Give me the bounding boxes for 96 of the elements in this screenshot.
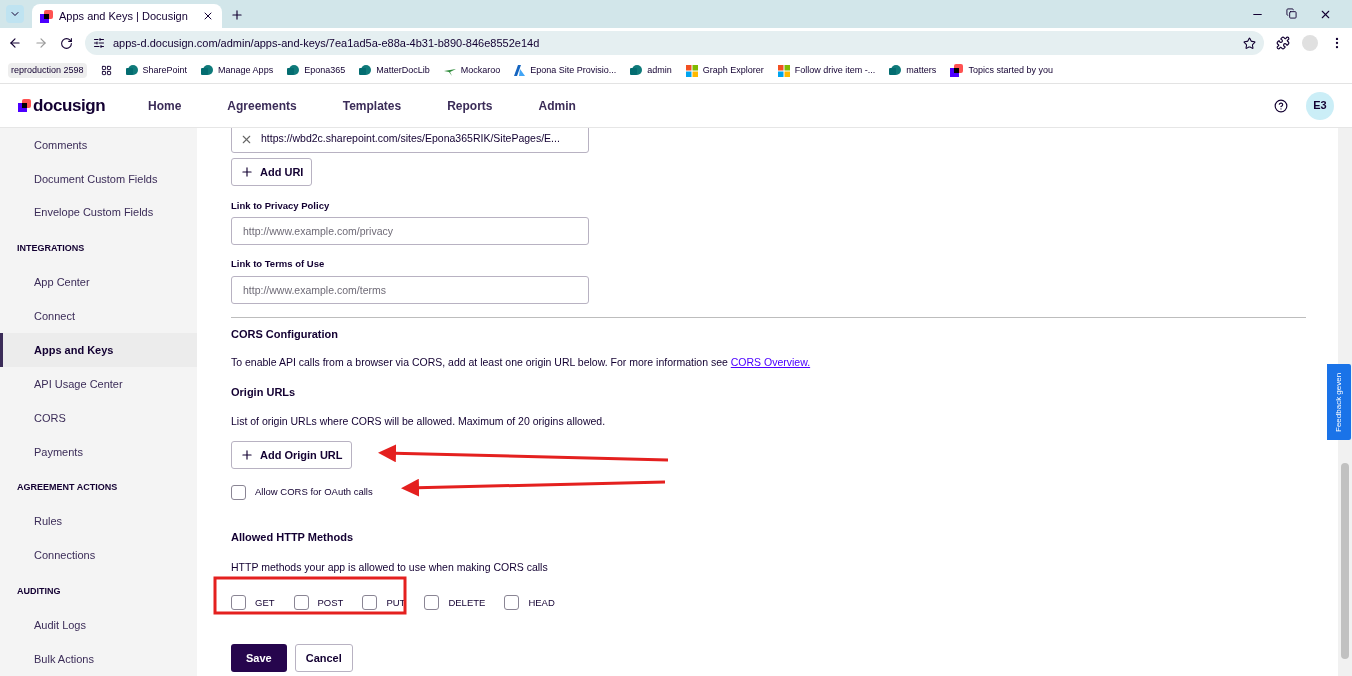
input-field[interactable]: http://www.example.com/privacy: [231, 217, 589, 246]
sharepoint-icon: [630, 64, 643, 77]
bookmark[interactable]: Topics started by you: [950, 63, 1053, 78]
cors-overview-link[interactable]: CORS Overview.: [730, 356, 811, 368]
back-icon[interactable]: [8, 36, 22, 50]
star-icon[interactable]: [1243, 36, 1256, 50]
checkbox-label: GET: [255, 595, 275, 610]
checkbox[interactable]: [231, 485, 246, 500]
section-heading: AGREEMENT ACTIONS: [16, 480, 119, 494]
apps-grid-icon[interactable]: [100, 65, 112, 76]
close-icon[interactable]: [1319, 8, 1332, 21]
windows-icon: [685, 64, 698, 77]
sidebar-item[interactable]: CORS: [0, 401, 197, 435]
bookmark[interactable]: admin: [630, 63, 672, 78]
sidebar-item[interactable]: App Center: [0, 265, 197, 300]
nav-link[interactable]: Reports: [437, 96, 503, 115]
bookmark[interactable]: Epona Site Provisio...: [514, 63, 617, 78]
field-label: Link to Privacy Policy: [231, 199, 331, 213]
sharepoint-icon: [125, 64, 138, 77]
bookmark[interactable]: MatterDocLib: [359, 63, 430, 78]
uri-value: https://wbd2c.sharepoint.com/sites/Epona365RIK/SitePages/E...: [261, 131, 560, 147]
sidebar-item[interactable]: Audit Logs: [0, 608, 197, 643]
bookmark[interactable]: Graph Explorer: [685, 63, 764, 78]
add-uri-button[interactable]: Add URI: [231, 158, 313, 186]
section-title: Origin URLs: [231, 384, 297, 400]
sidebar-item[interactable]: Bulk Actions: [0, 642, 197, 676]
cancel-button[interactable]: Cancel: [294, 644, 353, 673]
checkbox-label: Allow CORS for OAuth calls: [255, 485, 373, 500]
sharepoint-icon: [359, 64, 372, 77]
logo-icon: [18, 99, 31, 112]
tab-title: Apps and Keys | Docusign: [59, 8, 189, 24]
checkbox-label: PUT: [386, 595, 406, 610]
checkbox[interactable]: [362, 595, 378, 611]
address-bar[interactable]: apps-d.docusign.com/admin/apps-and-keys/7ea1ad5a-e88a-4b31-b890-846e8552e14d: [85, 31, 1264, 55]
bookmark[interactable]: Mockaroo: [443, 63, 501, 78]
section-heading: INTEGRATIONS: [16, 241, 86, 255]
uri-field[interactable]: https://wbd2c.sharepoint.com/sites/Epona365RIK/SitePages/E...: [231, 128, 589, 153]
section-heading: AUDITING: [16, 584, 62, 598]
url-text: apps-d.docusign.com/admin/apps-and-keys/7ea1ad5a-e88a-4b31-b890-846e8552e14d: [113, 35, 541, 51]
reload-icon[interactable]: [60, 36, 73, 50]
nav-link[interactable]: Home: [138, 96, 192, 115]
checkbox-label: POST: [317, 595, 344, 610]
checkbox-label: DELETE: [448, 595, 486, 610]
input-field[interactable]: http://www.example.com/terms: [231, 275, 589, 304]
site-settings-icon[interactable]: [93, 37, 105, 49]
sidebar-item[interactable]: Connections: [0, 538, 197, 573]
bookmark[interactable]: Follow drive item -...: [777, 63, 876, 78]
sharepoint-icon: [889, 64, 902, 77]
checkbox-label: HEAD: [528, 595, 555, 610]
field-label: Link to Terms of Use: [231, 257, 326, 272]
bookmark[interactable]: Manage Apps: [201, 63, 274, 78]
sidebar-item[interactable]: Envelope Custom Fields: [0, 195, 197, 230]
user-avatar[interactable]: E3: [1306, 91, 1334, 120]
plus-icon: [240, 165, 254, 179]
section-title: CORS Configuration: [231, 326, 339, 342]
add-origin-url-button[interactable]: Add Origin URL: [231, 441, 352, 469]
sidebar-item[interactable]: Connect: [0, 299, 197, 334]
azure-icon: [514, 65, 526, 76]
save-button[interactable]: Save: [231, 644, 287, 673]
new-tab-icon[interactable]: [230, 8, 244, 22]
checkbox[interactable]: [424, 595, 440, 611]
bookmark[interactable]: matters: [889, 63, 937, 78]
docusign-logo[interactable]: docusign: [18, 92, 138, 119]
nav-link[interactable]: Admin: [528, 96, 586, 115]
origin-description: List of origin URLs where CORS will be allowed. Maximum of 20 origins allowed.: [231, 414, 607, 430]
sidebar-item[interactable]: Apps and Keys: [0, 333, 197, 368]
restore-icon[interactable]: [1286, 8, 1297, 19]
feedback-tab[interactable]: Feedback geven: [1327, 364, 1351, 440]
checkbox[interactable]: [231, 595, 246, 611]
cors-description: To enable API calls from a browser via CORS, add at least one origin URL below. For more information see CORS Overview.: [231, 355, 812, 370]
plus-icon: [240, 448, 254, 462]
sidebar-item[interactable]: API Usage Center: [0, 367, 197, 401]
profile-chip[interactable]: reproduction 2598: [8, 62, 87, 79]
nav-link[interactable]: Templates: [332, 96, 412, 115]
extensions-icon[interactable]: [1276, 36, 1290, 50]
sidebar-item[interactable]: Rules: [0, 504, 197, 539]
checkbox[interactable]: [504, 595, 520, 611]
methods-description: HTTP methods your app is allowed to use when making CORS calls: [231, 559, 549, 575]
sidebar-item[interactable]: Document Custom Fields: [0, 161, 197, 196]
close-icon[interactable]: [202, 10, 214, 22]
checkbox[interactable]: [293, 595, 309, 611]
sidebar-item[interactable]: Payments: [0, 434, 197, 469]
section-title: Allowed HTTP Methods: [231, 530, 355, 545]
bookmark[interactable]: SharePoint: [125, 63, 188, 78]
forward-icon[interactable]: [34, 36, 48, 50]
nav-link[interactable]: Agreements: [217, 96, 307, 115]
sidebar-item[interactable]: Comments: [0, 128, 197, 162]
logo-icon: [950, 64, 964, 77]
logo-icon: [40, 9, 53, 23]
sharepoint-icon: [201, 64, 214, 77]
browser-tab[interactable]: Apps and Keys | Docusign: [32, 4, 222, 28]
tab-list-button[interactable]: [6, 5, 24, 23]
windows-icon: [777, 64, 790, 77]
sharepoint-icon: [287, 64, 300, 77]
help-icon[interactable]: [1274, 98, 1288, 113]
bookmark[interactable]: Epona365: [287, 63, 346, 78]
